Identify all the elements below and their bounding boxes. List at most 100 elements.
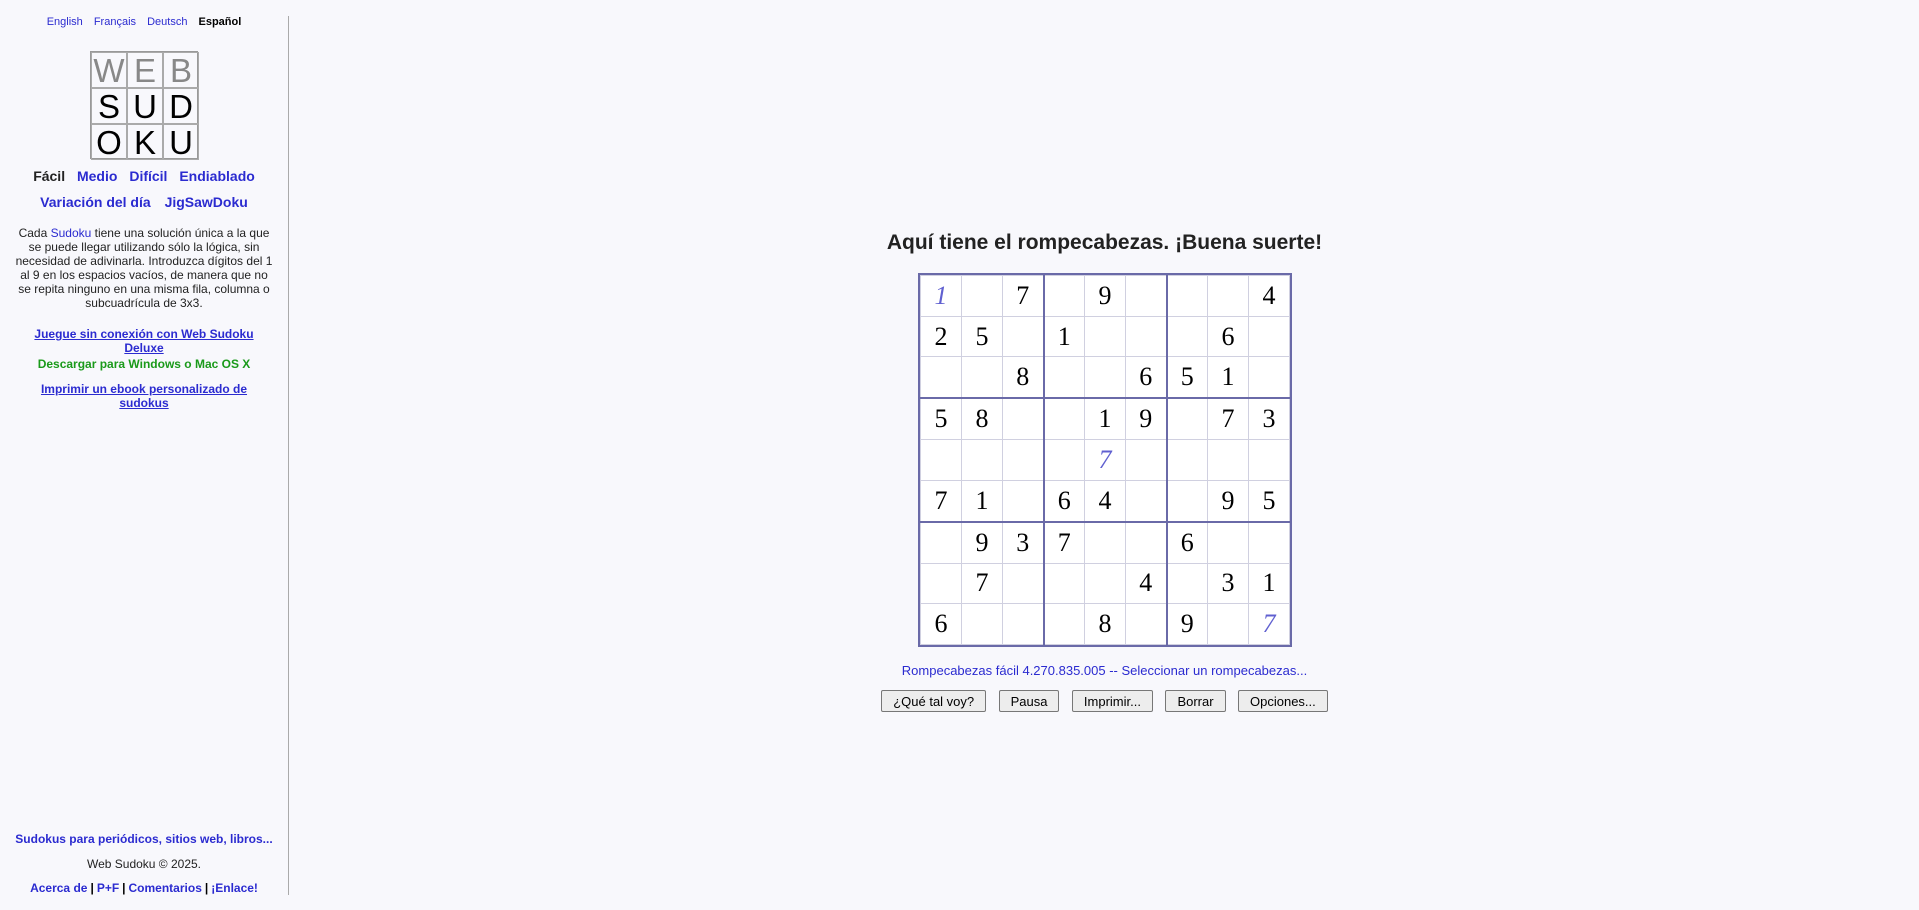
about-link[interactable]: Acerca de: [30, 881, 87, 895]
sudoku-cell[interactable]: [1084, 562, 1126, 605]
sudoku-cell[interactable]: [1002, 603, 1045, 645]
level-hard[interactable]: Difícil: [129, 168, 167, 184]
sudoku-cell[interactable]: [920, 521, 962, 564]
sudoku-cell[interactable]: [1043, 356, 1085, 400]
sudoku-cell[interactable]: [1084, 521, 1126, 564]
sudoku-cell[interactable]: 7: [1248, 603, 1290, 645]
grid-row: 6 897: [920, 603, 1290, 645]
sudoku-cell[interactable]: [1166, 397, 1208, 441]
newspapers-link[interactable]: Sudokus para periódicos, sitios web, lib…: [0, 832, 288, 846]
logo-letter: S: [91, 88, 127, 124]
lang-english[interactable]: English: [47, 16, 83, 28]
sudoku-cell[interactable]: [1166, 479, 1208, 523]
sudoku-cell[interactable]: [1248, 315, 1290, 358]
difficulty-levels: Fácil Medio Difícil Endiablado: [0, 168, 288, 184]
deluxe-link[interactable]: Juegue sin conexión con Web Sudoku Delux…: [30, 327, 258, 355]
print-button[interactable]: Imprimir...: [1071, 690, 1153, 712]
sudoku-cell[interactable]: [1248, 521, 1290, 564]
sudoku-cell: 4: [1084, 479, 1126, 523]
sudoku-cell[interactable]: [1043, 275, 1085, 317]
download-text[interactable]: Descargar para Windows o Mac OS X: [0, 357, 288, 371]
sudoku-cell: 9: [1166, 603, 1208, 645]
sudoku-cell[interactable]: [1125, 315, 1168, 358]
sudoku-cell[interactable]: 7: [1084, 439, 1126, 481]
sudoku-cell[interactable]: [1043, 439, 1085, 481]
sudoku-cell[interactable]: [1125, 439, 1168, 481]
sudoku-cell[interactable]: [1248, 439, 1290, 481]
sudoku-cell: 1: [1207, 356, 1249, 400]
sudoku-cell: 4: [1248, 275, 1290, 317]
sudoku-cell[interactable]: [961, 603, 1003, 645]
lang-german[interactable]: Deutsch: [147, 16, 187, 28]
ebook-link[interactable]: Imprimir un ebook personalizado de sudok…: [30, 382, 258, 410]
sudoku-cell: 3: [1207, 562, 1249, 605]
sudoku-cell[interactable]: [1166, 439, 1208, 481]
sudoku-cell: 9: [1207, 479, 1249, 523]
sudoku-cell[interactable]: [920, 439, 962, 481]
sudoku-cell[interactable]: [1125, 275, 1168, 317]
grid-row: 7164 95: [920, 479, 1290, 523]
sudoku-cell: 7: [1043, 521, 1085, 564]
feedback-link[interactable]: Comentarios: [129, 881, 202, 895]
sudoku-cell[interactable]: [1043, 562, 1085, 605]
sudoku-cell[interactable]: [1207, 603, 1249, 645]
web-sudoku-logo[interactable]: WEBSUDOKU: [90, 51, 199, 160]
sudoku-cell: 9: [1084, 275, 1126, 317]
sudoku-cell[interactable]: [961, 275, 1003, 317]
sudoku-cell[interactable]: [961, 439, 1003, 481]
sudoku-cell[interactable]: [1166, 562, 1208, 605]
sudoku-cell[interactable]: [920, 562, 962, 605]
sudoku-cell[interactable]: 1: [920, 275, 962, 317]
clear-button[interactable]: Borrar: [1165, 690, 1226, 712]
pause-button[interactable]: Pausa: [998, 690, 1060, 712]
sudoku-cell[interactable]: [1207, 439, 1249, 481]
sudoku-cell[interactable]: [1166, 315, 1208, 358]
grid-row: 251 6: [920, 315, 1290, 358]
description-text: Cada Sudoku tiene una solución única a l…: [14, 226, 274, 310]
logo-letter: B: [163, 52, 199, 88]
sudoku-cell[interactable]: [1002, 315, 1045, 358]
sudoku-link[interactable]: Sudoku: [51, 226, 92, 240]
sudoku-cell[interactable]: [1002, 397, 1045, 441]
sudoku-cell[interactable]: [1207, 275, 1249, 317]
jigsawdoku-link[interactable]: JigSawDoku: [165, 194, 248, 210]
lang-spanish: Español: [198, 16, 242, 28]
options-button[interactable]: Opciones...: [1238, 690, 1328, 712]
description-prefix: Cada: [18, 226, 51, 240]
sudoku-cell: 5: [961, 315, 1003, 358]
daily-variation-link[interactable]: Variación del día: [40, 194, 151, 210]
sudoku-cell[interactable]: [920, 356, 962, 400]
sudoku-cell: 8: [1084, 603, 1126, 645]
level-easy: Fácil: [33, 168, 66, 184]
faq-link[interactable]: P+F: [97, 881, 119, 895]
puzzle-number-link[interactable]: Rompecabezas fácil 4.270.835.005 -- Sele…: [808, 663, 1401, 678]
sudoku-cell[interactable]: [1125, 521, 1168, 564]
sudoku-cell[interactable]: [1166, 275, 1208, 317]
sudoku-cell[interactable]: [1002, 562, 1045, 605]
sudoku-cell[interactable]: [1002, 439, 1045, 481]
level-medium[interactable]: Medio: [77, 168, 117, 184]
sudoku-cell[interactable]: [1043, 397, 1085, 441]
sudoku-cell[interactable]: [961, 356, 1003, 400]
sudoku-board: 1794251686515819737716495937674316897: [918, 273, 1292, 647]
sudoku-cell[interactable]: [1043, 603, 1085, 645]
sidebar-divider: [288, 16, 289, 895]
sudoku-cell[interactable]: [1084, 356, 1126, 400]
sudoku-cell[interactable]: [1207, 521, 1249, 564]
level-evil[interactable]: Endiablado: [179, 168, 254, 184]
sudoku-cell[interactable]: [1125, 603, 1168, 645]
sudoku-cell: 8: [1002, 356, 1045, 400]
sudoku-cell: 9: [961, 521, 1003, 564]
language-selector: English Français Deutsch Español: [0, 16, 288, 28]
sudoku-cell[interactable]: [1125, 479, 1168, 523]
sudoku-cell[interactable]: [1084, 315, 1126, 358]
logo-letter: D: [163, 88, 199, 124]
sudoku-cell[interactable]: [1248, 356, 1290, 400]
lang-french[interactable]: Français: [94, 16, 136, 28]
logo-letter: K: [127, 124, 163, 160]
action-buttons: ¿Qué tal voy? Pausa Imprimir... Borrar O…: [808, 690, 1401, 712]
copyright-text: Web Sudoku © 2025.: [86, 857, 202, 871]
how-am-i-button[interactable]: ¿Qué tal voy?: [881, 690, 987, 712]
link-to-us-link[interactable]: ¡Enlace!: [211, 881, 258, 895]
sudoku-cell[interactable]: [1002, 479, 1045, 523]
